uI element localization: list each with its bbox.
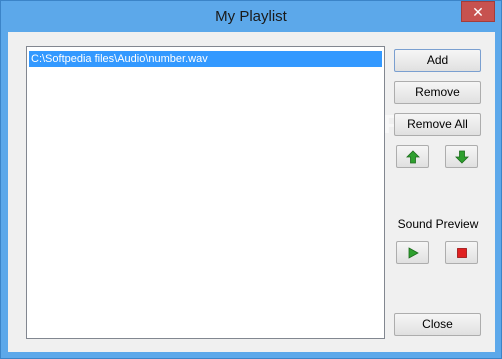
sound-preview-label: Sound Preview [397, 217, 479, 231]
add-button[interactable]: Add [394, 49, 481, 72]
playlist-listbox[interactable]: C:\Softpedia files\Audio\number.wav [26, 46, 385, 339]
move-up-button[interactable] [396, 145, 429, 168]
arrow-up-icon [405, 150, 420, 164]
stop-icon [456, 247, 467, 258]
close-button[interactable]: Close [394, 313, 481, 336]
remove-all-button[interactable]: Remove All [394, 113, 481, 136]
window-close-button[interactable]: ✕ [461, 1, 495, 22]
window-title: My Playlist [215, 8, 287, 25]
client-area: C:\Softpedia files\Audio\number.wav SOFT… [8, 32, 495, 352]
play-icon [408, 247, 419, 259]
remove-button[interactable]: Remove [394, 81, 481, 104]
move-down-button[interactable] [445, 145, 478, 168]
playlist-item[interactable]: C:\Softpedia files\Audio\number.wav [29, 51, 382, 67]
play-button[interactable] [396, 241, 429, 264]
main-window: My Playlist ✕ C:\Softpedia files\Audio\n… [0, 0, 502, 359]
stop-button[interactable] [445, 241, 478, 264]
arrow-down-icon [454, 150, 469, 164]
title-bar: My Playlist ✕ [1, 1, 501, 32]
